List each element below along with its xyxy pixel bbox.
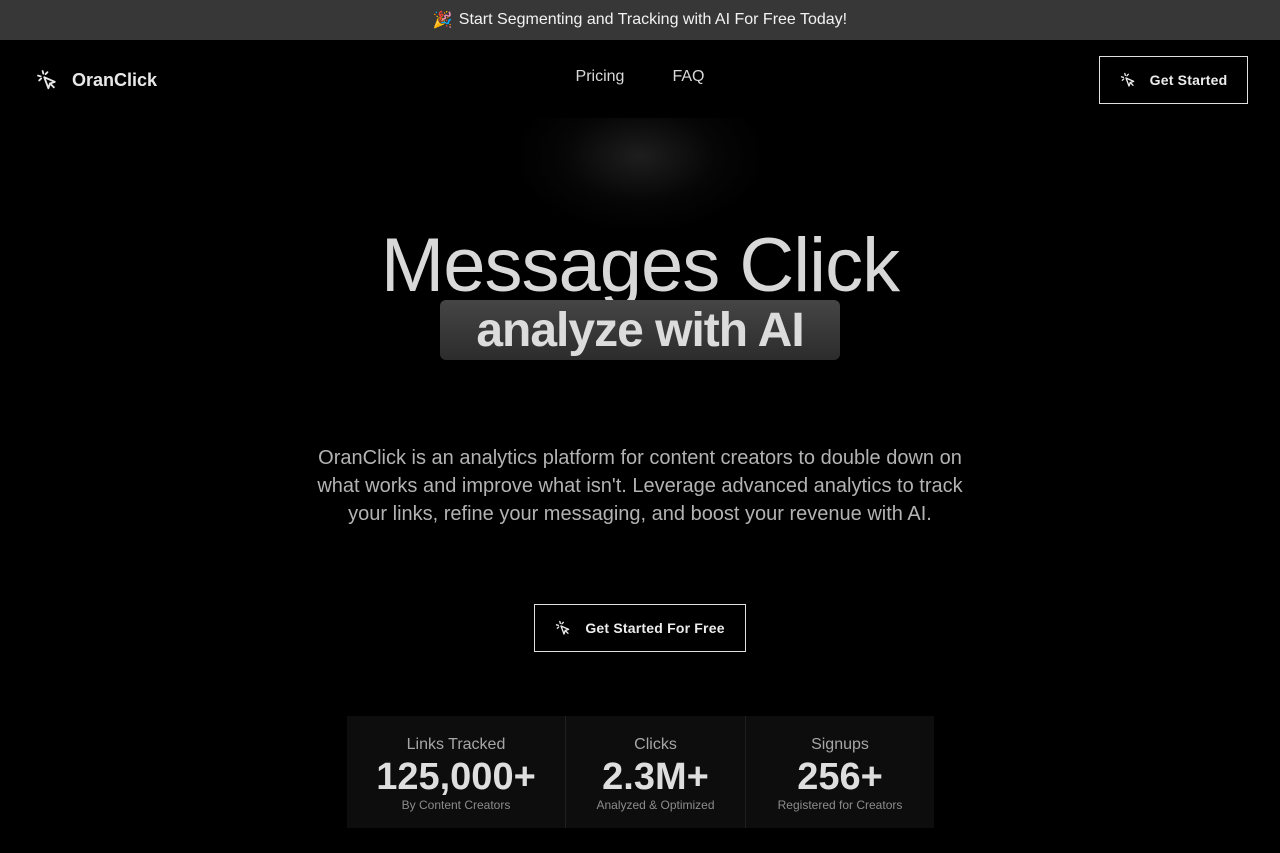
get-started-button[interactable]: Get Started [1099,56,1248,104]
stat-clicks: Clicks 2.3M+ Analyzed & Optimized [566,716,746,828]
nav-faq[interactable]: FAQ [672,68,704,86]
cursor-click-icon [1120,72,1136,88]
announcement-banner: 🎉 Start Segmenting and Tracking with AI … [0,0,1280,40]
stat-subtext: Registered for Creators [777,798,903,812]
stat-value: 2.3M+ [602,756,709,798]
get-started-free-button[interactable]: Get Started For Free [534,604,746,652]
stat-links-tracked: Links Tracked 125,000+ By Content Creato… [347,716,566,828]
hero-glow [520,118,760,228]
hero-description: OranClick is an analytics platform for c… [317,447,963,525]
stat-subtext: Analyzed & Optimized [596,798,715,812]
main-nav: Pricing FAQ [0,68,1280,86]
stat-subtext: By Content Creators [401,798,511,812]
get-started-free-label: Get Started For Free [585,620,725,636]
stat-label: Signups [811,736,869,753]
hero-title: Messages Click [380,223,900,308]
hero-highlight: analyze with AI [440,300,840,360]
stat-signups: Signups 256+ Registered for Creators [746,716,934,828]
party-popper-icon: 🎉 [432,12,453,29]
stat-label: Clicks [634,736,677,753]
cursor-click-icon [555,620,571,636]
stat-label: Links Tracked [406,736,506,753]
nav-pricing[interactable]: Pricing [576,68,625,86]
banner-text: Start Segmenting and Tracking with AI Fo… [458,11,848,28]
get-started-label: Get Started [1149,72,1228,88]
stats-panel: Links Tracked 125,000+ By Content Creato… [347,716,934,828]
stat-value: 256+ [797,756,883,798]
stat-value: 125,000+ [376,756,536,798]
